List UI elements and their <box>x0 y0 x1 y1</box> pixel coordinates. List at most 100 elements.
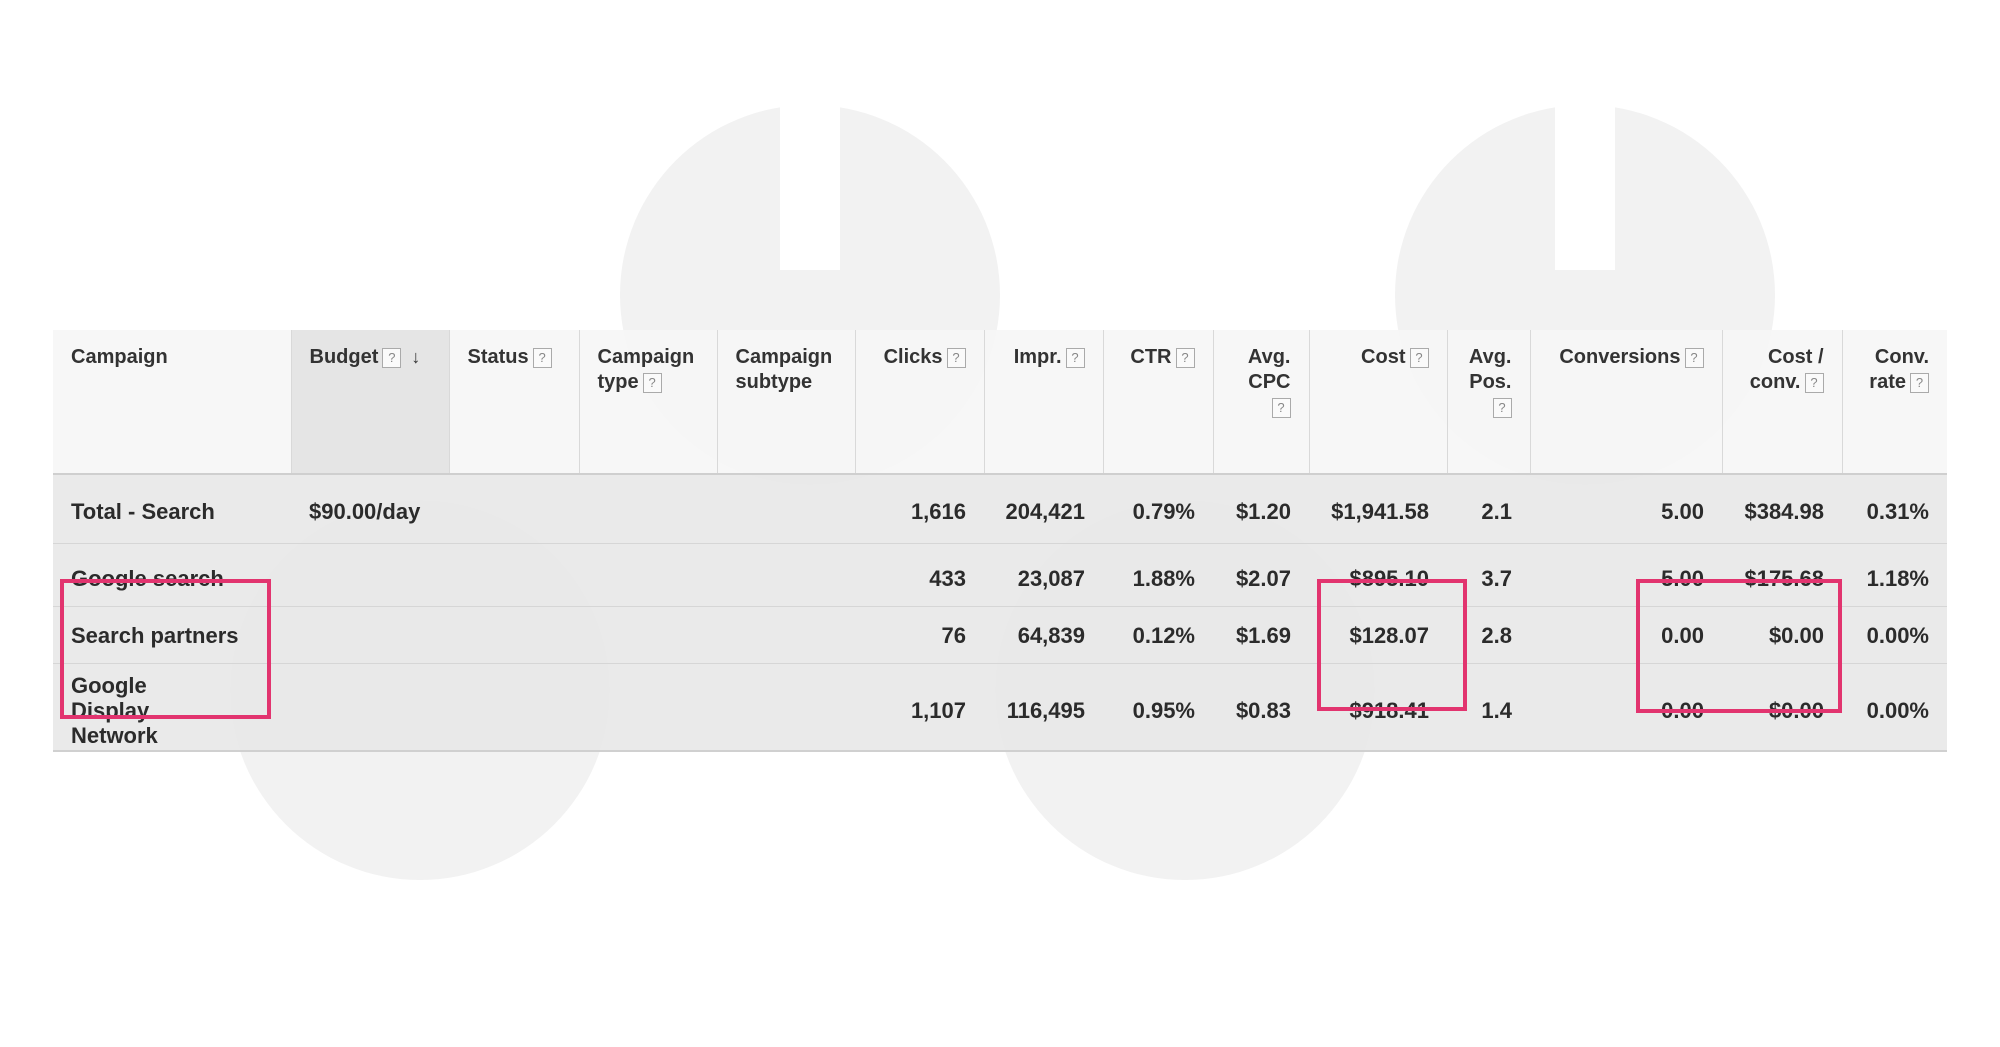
cell-avg-pos: 2.1 <box>1447 474 1530 544</box>
column-header-cost-conv[interactable]: Cost / conv.? <box>1722 330 1843 475</box>
cell-budget: $90.00/day <box>291 474 449 544</box>
cell-budget <box>291 543 449 607</box>
help-icon[interactable]: ? <box>532 348 552 368</box>
help-icon[interactable]: ? <box>382 348 402 368</box>
column-header-label: Campaign subtype <box>735 346 833 393</box>
cell-cost: $918.41 <box>1309 663 1447 752</box>
help-icon[interactable]: ? <box>1684 348 1704 368</box>
column-header-impr[interactable]: Impr.? <box>984 330 1104 475</box>
cell-ctr: 0.95% <box>1103 663 1213 752</box>
column-header-label: Conversions <box>1559 346 1681 368</box>
cell-cost-conv: $0.00 <box>1722 663 1842 752</box>
cell-avg-pos: 3.7 <box>1447 543 1530 607</box>
column-header-campaign-type[interactable]: Campaign type? <box>579 330 718 475</box>
cell-subtype <box>717 543 855 607</box>
column-header-label: Cost <box>1361 346 1406 368</box>
background-shape-cut <box>780 100 840 270</box>
column-header-cost[interactable]: Cost? <box>1309 330 1448 475</box>
column-header-campaign-subtype[interactable]: Campaign subtype <box>717 330 856 475</box>
cell-cost: $1,941.58 <box>1309 474 1447 544</box>
cell-avg-pos: 1.4 <box>1447 663 1530 752</box>
cell-cost-conv: $384.98 <box>1722 474 1842 544</box>
help-icon[interactable]: ? <box>1804 373 1824 393</box>
column-header-budget[interactable]: Budget? ↓ <box>291 330 450 475</box>
cell-cost-conv: $175.68 <box>1722 543 1842 607</box>
cell-clicks: 1,616 <box>855 474 984 544</box>
table-row: Search partners 76 64,839 0.12% $1.69 $128.07… <box>53 606 1947 664</box>
column-header-clicks[interactable]: Clicks? <box>855 330 985 475</box>
help-icon[interactable]: ? <box>1492 398 1512 418</box>
cell-avg-cpc: $1.20 <box>1213 474 1309 544</box>
cell-ctr: 0.79% <box>1103 474 1213 544</box>
cell-impr: 204,421 <box>984 474 1103 544</box>
table-row: Google search 433 23,087 1.88% $2.07 $895.10 3… <box>53 543 1947 607</box>
table-row: Total - Search $90.00/day 1,616 204,421 0.79… <box>53 474 1947 544</box>
column-header-campaign[interactable]: Campaign <box>53 330 292 475</box>
cell-conversions: 5.00 <box>1530 543 1722 607</box>
cell-campaign[interactable]: Google search <box>53 543 291 607</box>
cell-type <box>579 606 717 664</box>
cell-type <box>579 474 717 544</box>
cell-cost-conv: $0.00 <box>1722 606 1842 664</box>
sort-down-arrow-icon[interactable]: ↓ <box>411 347 420 367</box>
background-shape-cut <box>1555 100 1615 270</box>
cell-conv-rate: 1.18% <box>1842 543 1947 607</box>
header-row: Campaign Budget? ↓ Status? Campaign type? Cam… <box>53 330 1947 475</box>
cell-avg-cpc: $0.83 <box>1213 663 1309 752</box>
column-header-conversions[interactable]: Conversions? <box>1530 330 1723 475</box>
cell-ctr: 1.88% <box>1103 543 1213 607</box>
campaign-stats-table: Campaign Budget? ↓ Status? Campaign type? Cam… <box>53 330 1947 752</box>
cell-campaign[interactable]: Search partners <box>53 606 291 664</box>
cell-impr: 23,087 <box>984 543 1103 607</box>
column-header-label: Budget <box>309 346 379 368</box>
cell-conv-rate: 0.00% <box>1842 663 1947 752</box>
cell-campaign[interactable]: Total - Search <box>53 474 291 544</box>
help-icon[interactable]: ? <box>1910 373 1929 393</box>
column-header-status[interactable]: Status? <box>449 330 580 475</box>
cell-conversions: 5.00 <box>1530 474 1722 544</box>
column-header-avg-cpc[interactable]: Avg. CPC? <box>1213 330 1310 475</box>
cell-status <box>449 663 579 752</box>
help-icon[interactable]: ? <box>1409 348 1429 368</box>
column-header-label: Clicks <box>883 346 943 368</box>
column-header-label: Status <box>467 346 529 368</box>
column-header-avg-pos[interactable]: Avg. Pos.? <box>1447 330 1531 475</box>
cell-avg-cpc: $2.07 <box>1213 543 1309 607</box>
cell-clicks: 76 <box>855 606 984 664</box>
cell-status <box>449 474 579 544</box>
cell-type <box>579 663 717 752</box>
cell-campaign[interactable]: Google Display Network <box>53 663 291 752</box>
help-icon[interactable]: ? <box>1065 348 1085 368</box>
cell-avg-pos: 2.8 <box>1447 606 1530 664</box>
cell-clicks: 433 <box>855 543 984 607</box>
help-icon[interactable]: ? <box>1271 398 1291 418</box>
help-icon[interactable]: ? <box>1175 348 1195 368</box>
cell-conversions: 0.00 <box>1530 663 1722 752</box>
cell-type <box>579 543 717 607</box>
cell-cost: $128.07 <box>1309 606 1447 664</box>
cell-subtype <box>717 606 855 664</box>
column-header-ctr[interactable]: CTR? <box>1103 330 1214 475</box>
cell-conversions: 0.00 <box>1530 606 1722 664</box>
column-header-conv-rate[interactable]: Conv. rate? <box>1842 330 1947 475</box>
cell-clicks: 1,107 <box>855 663 984 752</box>
cell-subtype <box>717 663 855 752</box>
column-header-label: Avg. Pos. <box>1468 346 1512 393</box>
table-row: Google Display Network 1,107 116,495 0.95% $… <box>53 663 1947 752</box>
cell-budget <box>291 663 449 752</box>
cell-avg-cpc: $1.69 <box>1213 606 1309 664</box>
cell-cost: $895.10 <box>1309 543 1447 607</box>
cell-impr: 64,839 <box>984 606 1103 664</box>
column-header-label: Campaign <box>71 346 168 368</box>
cell-status <box>449 606 579 664</box>
column-header-label: Impr. <box>1013 346 1062 368</box>
cell-ctr: 0.12% <box>1103 606 1213 664</box>
help-icon[interactable]: ? <box>642 373 662 393</box>
column-header-label: Avg. CPC <box>1247 346 1291 393</box>
column-header-label: CTR <box>1130 346 1172 368</box>
help-icon[interactable]: ? <box>946 348 966 368</box>
cell-conv-rate: 0.31% <box>1842 474 1947 544</box>
cell-status <box>449 543 579 607</box>
cell-impr: 116,495 <box>984 663 1103 752</box>
cell-budget <box>291 606 449 664</box>
